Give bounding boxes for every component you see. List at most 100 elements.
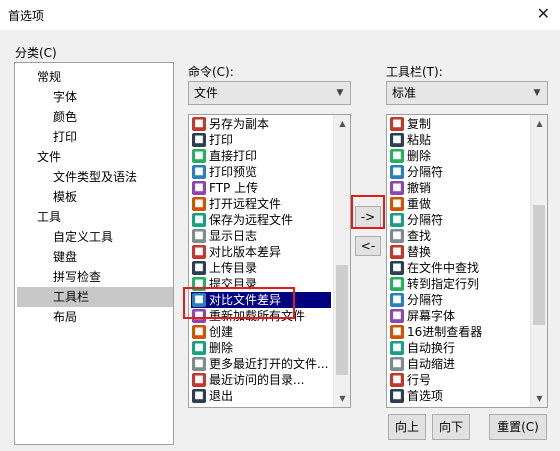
commands-scrollbar[interactable]: ▲ ▼ xyxy=(333,115,350,407)
toolbar-items-list[interactable]: ■ 首选项 ■ 行号 ■ 自动缩进 ■ 自动换行 ■ 16进制查看器 ■ 屏幕字体 ■ 分隔符 ■ 转到指定行… xyxy=(386,114,548,408)
list-item-label: 粘贴 xyxy=(407,133,432,147)
list-item[interactable]: ■ 显示日志 xyxy=(191,228,331,244)
list-item-label: 转到指定行列 xyxy=(407,277,480,291)
redo-icon: ■ xyxy=(390,197,404,211)
list-item[interactable]: ■ 退出 xyxy=(191,388,331,404)
scroll-up-icon[interactable]: ▲ xyxy=(531,115,547,132)
list-item-label: 撤销 xyxy=(407,181,432,195)
toolbar-combo-value: 标准 xyxy=(392,86,417,100)
list-item[interactable]: ■ 查找 xyxy=(389,228,529,244)
list-item-label: 直接打印 xyxy=(209,149,258,163)
reset-button[interactable]: 重置(C) xyxy=(489,414,547,440)
category-item[interactable]: 文件 xyxy=(37,147,61,167)
find-icon: ■ xyxy=(390,229,404,243)
list-item[interactable]: ■ 保存为远程文件 xyxy=(191,212,331,228)
commands-combo[interactable]: 文件 ▼ xyxy=(188,81,351,105)
list-item[interactable]: ■ 自动缩进 xyxy=(389,356,529,372)
print-preview-icon: ■ xyxy=(192,165,206,179)
separator-icon: ■ xyxy=(390,213,404,227)
scroll-down-icon[interactable]: ▼ xyxy=(531,390,547,407)
list-item[interactable]: ■ 更多最近打开的文件... xyxy=(191,356,331,372)
auto-indent-icon: ■ xyxy=(390,357,404,371)
category-item[interactable]: 自定义工具 xyxy=(53,227,113,247)
list-item-label: 首选项 xyxy=(407,389,444,403)
list-item-label: 上传目录 xyxy=(209,261,258,275)
word-wrap-icon: ■ xyxy=(390,341,404,355)
list-item[interactable]: ■ 屏幕字体 xyxy=(389,308,529,324)
list-item[interactable]: ■ 上传目录 xyxy=(191,260,331,276)
recent-dirs-icon: ■ xyxy=(192,373,206,387)
window-title: 首选项 xyxy=(8,9,45,23)
upload-dir-icon: ■ xyxy=(192,261,206,275)
move-down-button[interactable]: 向下 xyxy=(432,414,470,440)
category-item[interactable]: 拼写检查 xyxy=(53,267,101,287)
list-item[interactable]: ■ 删除 xyxy=(191,340,331,356)
list-item[interactable]: ■ 撤销 xyxy=(389,180,529,196)
list-item-label: 更多最近打开的文件... xyxy=(209,357,329,371)
print-icon: ■ xyxy=(192,133,206,147)
line-number-icon: ■ xyxy=(390,373,404,387)
list-item[interactable]: ■ 分隔符 xyxy=(389,292,529,308)
commands-list[interactable]: ■ 退出 ■ 最近访问的目录... ■ 更多最近打开的文件... ■ 删除 ■ 创建 ■ 重新加载所有… xyxy=(188,114,351,408)
list-item[interactable]: ■ 打开远程文件 xyxy=(191,196,331,212)
category-item[interactable]: 常规 xyxy=(37,67,61,87)
list-item-label: 显示日志 xyxy=(209,229,258,243)
category-item[interactable]: 模板 xyxy=(53,187,77,207)
list-item[interactable]: ■ 创建 xyxy=(191,324,331,340)
list-item[interactable]: ■ 行号 xyxy=(389,372,529,388)
scroll-up-icon[interactable]: ▲ xyxy=(334,115,350,132)
list-item[interactable]: ■ 16进制查看器 xyxy=(389,324,529,340)
delete-icon: ■ xyxy=(390,149,404,163)
close-icon[interactable]: ✕ xyxy=(537,4,550,23)
category-item[interactable]: 打印 xyxy=(53,127,77,147)
toolbar-scrollbar[interactable]: ▲ ▼ xyxy=(530,115,547,407)
direct-print-icon: ■ xyxy=(192,149,206,163)
ftp-upload-icon: ■ xyxy=(192,181,206,195)
list-item[interactable]: ■ 分隔符 xyxy=(389,164,529,180)
list-item[interactable]: ■ 自动换行 xyxy=(389,340,529,356)
category-item[interactable]: 文件类型及语法 xyxy=(53,167,137,187)
list-item-label: 分隔符 xyxy=(407,165,444,179)
category-item[interactable]: 字体 xyxy=(53,87,77,107)
screen-font-icon: ■ xyxy=(390,309,404,323)
list-item[interactable]: ■ 打印预览 xyxy=(191,164,331,180)
list-item[interactable]: ■ 粘贴 xyxy=(389,132,529,148)
scroll-thumb[interactable] xyxy=(336,265,348,375)
list-item-label: 创建 xyxy=(209,325,234,339)
list-item[interactable]: ■ 另存为副本 xyxy=(191,116,331,132)
list-item-label: 打印 xyxy=(209,133,234,147)
category-item[interactable]: 键盘 xyxy=(53,247,77,267)
find-in-files-icon: ■ xyxy=(390,261,404,275)
category-item[interactable]: 颜色 xyxy=(53,107,77,127)
list-item[interactable]: ■ 直接打印 xyxy=(191,148,331,164)
list-item[interactable]: ■ 在文件中查找 xyxy=(389,260,529,276)
list-item[interactable]: ■ 首选项 xyxy=(389,388,529,404)
list-item[interactable]: ■ 复制 xyxy=(389,116,529,132)
list-item-label: FTP 上传 xyxy=(209,181,259,195)
replace-icon: ■ xyxy=(390,245,404,259)
list-item[interactable]: ■ 打印 xyxy=(191,132,331,148)
list-item[interactable]: ■ 替换 xyxy=(389,244,529,260)
category-tree[interactable]: 常规 字体 颜色 打印 文件 文件类型及语法 模板 工具 自定义工具 键盘 拼写检查 工具栏 布局 xyxy=(14,62,174,445)
compare-version-icon: ■ xyxy=(192,245,206,259)
scroll-down-icon[interactable]: ▼ xyxy=(334,390,350,407)
scroll-thumb[interactable] xyxy=(533,205,545,325)
list-item[interactable]: ■ 分隔符 xyxy=(389,212,529,228)
title-bar: 首选项 ✕ xyxy=(0,0,560,30)
list-item[interactable]: ■ 转到指定行列 xyxy=(389,276,529,292)
list-item[interactable]: ■ 对比版本差异 xyxy=(191,244,331,260)
list-item[interactable]: ■ FTP 上传 xyxy=(191,180,331,196)
category-item[interactable]: 工具栏 xyxy=(17,287,173,307)
save-copy-icon: ■ xyxy=(192,117,206,131)
remove-from-toolbar-button[interactable]: <- xyxy=(355,236,381,256)
list-item[interactable]: ■ 最近访问的目录... xyxy=(191,372,331,388)
toolbar-combo[interactable]: 标准 ▼ xyxy=(386,81,548,105)
category-item[interactable]: 布局 xyxy=(53,307,77,327)
move-up-button[interactable]: 向上 xyxy=(388,414,426,440)
list-item-label: 分隔符 xyxy=(407,213,444,227)
category-item[interactable]: 工具 xyxy=(37,207,61,227)
list-item-label: 保存为远程文件 xyxy=(209,213,294,227)
list-item-label: 在文件中查找 xyxy=(407,261,480,275)
list-item[interactable]: ■ 删除 xyxy=(389,148,529,164)
list-item[interactable]: ■ 重做 xyxy=(389,196,529,212)
